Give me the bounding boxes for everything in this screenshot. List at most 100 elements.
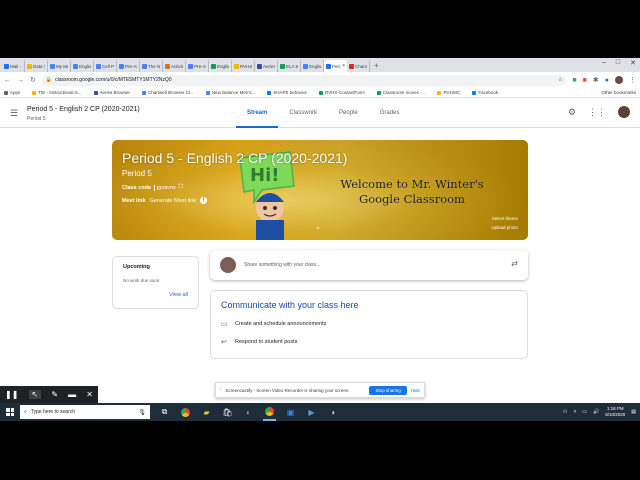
bookmark-item[interactable]: SHAPE behavior: [267, 90, 307, 95]
highlighter-icon[interactable]: ▬: [68, 390, 76, 399]
new-tab-button[interactable]: +: [374, 60, 379, 72]
video-icon[interactable]: ▶: [305, 403, 318, 421]
network-icon[interactable]: ▭: [582, 409, 587, 415]
taskbar-clock[interactable]: 1:18 PM 8/10/2020: [605, 406, 625, 418]
extension-icon[interactable]: ■: [572, 77, 576, 84]
people-icon[interactable]: ⚇: [563, 409, 567, 415]
tab-title: English: [309, 63, 321, 69]
hide-button[interactable]: Hide: [411, 388, 420, 393]
browser-tab[interactable]: Chann: [347, 60, 370, 72]
tab-classwork[interactable]: Classwork: [278, 98, 328, 128]
bookmark-favicon-icon: [437, 90, 442, 95]
extension-icon[interactable]: ●: [605, 77, 609, 84]
puzzle-icon[interactable]: ✱: [593, 76, 599, 84]
browser-tab[interactable]: RVHS: [232, 60, 255, 72]
browser-tab[interactable]: ELA 9 I: [278, 60, 301, 72]
communicate-heading: Communicate with your class here: [221, 300, 359, 310]
star-icon[interactable]: ☆: [558, 77, 562, 83]
store-icon[interactable]: 🛍: [221, 403, 234, 421]
browser-tab[interactable]: Cell Pr: [94, 60, 117, 72]
address-bar[interactable]: 🔒 classroom.google.com/u/0/c/MTE5MTY1MTY…: [41, 74, 567, 86]
notifications-icon[interactable]: ▤: [631, 409, 636, 415]
extension-icon[interactable]: ■: [583, 77, 587, 84]
chrome-active-icon[interactable]: [263, 403, 276, 421]
bookmark-item[interactable]: Apps: [4, 90, 20, 95]
screen-sharing-notice: ⁞ Screencastify - Screen Video Recorder …: [215, 382, 425, 398]
classroom-tabs: Stream Classwork People Grades: [236, 98, 410, 128]
browser-tab[interactable]: Peri ×: [324, 60, 347, 72]
profile-avatar[interactable]: [615, 76, 623, 84]
tab-title: Pre-AF: [125, 63, 137, 69]
bookmark-item[interactable]: Chartwell Browser Cl...: [142, 90, 194, 95]
start-button[interactable]: [0, 403, 20, 421]
tab-title: ELA 9 I: [286, 63, 298, 69]
bookmark-item[interactable]: TIE - Instructional S...: [32, 90, 82, 95]
microphone-icon[interactable]: 🎙: [138, 409, 146, 416]
browser-tab[interactable]: Pre-AF: [117, 60, 140, 72]
browser-tab[interactable]: My Me: [48, 60, 71, 72]
stop-sharing-button[interactable]: Stop sharing: [369, 385, 407, 395]
bookmark-item[interactable]: Classroom moves -...: [376, 90, 426, 95]
class-code: Class code jgxavnx ⛶: [122, 184, 183, 191]
bookmark-label: Classroom moves -...: [382, 90, 426, 95]
view-all-link[interactable]: View all: [169, 292, 188, 298]
drag-handle-icon[interactable]: ⁞: [220, 387, 221, 393]
browser-tab[interactable]: Data Ti: [25, 60, 48, 72]
upload-photo-link[interactable]: Upload photo: [491, 225, 518, 230]
chevron-down-icon[interactable]: ⌄: [315, 223, 321, 231]
close-icon[interactable]: ✕: [86, 390, 93, 399]
bookmark-item[interactable]: Facebook: [472, 90, 498, 95]
browser-tab[interactable]: English: [209, 60, 232, 72]
bookmark-item[interactable]: RVHSIC: [437, 90, 460, 95]
browser-tab[interactable]: Pre-AF: [186, 60, 209, 72]
pen-icon[interactable]: ✎: [51, 390, 58, 399]
taskbar-search[interactable]: ⌕ Type here to search 🎙: [20, 405, 150, 419]
reload-icon[interactable]: ↻: [30, 76, 36, 84]
bookmark-item[interactable]: RVHS-ContactForm: [318, 90, 365, 95]
tab-grades[interactable]: Grades: [369, 98, 411, 128]
repost-icon[interactable]: ⇄: [511, 259, 518, 268]
close-window-button[interactable]: ✕: [630, 59, 636, 67]
back-icon[interactable]: ←: [4, 77, 11, 84]
minimize-button[interactable]: –: [602, 59, 606, 67]
browser-tab[interactable]: Mail - V: [2, 60, 25, 72]
bookmark-favicon-icon: [205, 90, 210, 95]
maximize-button[interactable]: □: [616, 59, 620, 67]
chevron-up-icon[interactable]: ˄: [573, 409, 576, 415]
fullscreen-icon[interactable]: ⛶: [179, 184, 183, 191]
select-theme-link[interactable]: Select theme: [492, 216, 518, 221]
bookmark-item[interactable]: New Balance Men's...: [205, 90, 255, 95]
tab-stream[interactable]: Stream: [236, 98, 279, 128]
other-bookmarks[interactable]: Other bookmarks: [601, 90, 636, 95]
file-explorer-icon[interactable]: ▰: [200, 403, 213, 421]
apps-grid-icon[interactable]: ⋮⋮: [588, 107, 606, 118]
volume-icon[interactable]: 🔊: [593, 409, 599, 415]
generate-meet-link[interactable]: Generate Meet link: [150, 198, 196, 204]
course-title[interactable]: Period 5 - English 2 CP (2020-2021): [27, 106, 140, 113]
bookmark-item[interactable]: Aeries Browser: [93, 90, 130, 95]
browser-tab[interactable]: Activity: [163, 60, 186, 72]
app-icon[interactable]: ◐: [242, 403, 255, 421]
share-box[interactable]: Share something with your class... ⇄: [210, 250, 528, 280]
account-avatar[interactable]: [618, 106, 630, 118]
info-icon[interactable]: i: [200, 197, 208, 204]
task-view-icon[interactable]: ⧉: [158, 403, 171, 421]
cursor-icon[interactable]: ↖: [28, 390, 42, 399]
browser-tab[interactable]: English: [71, 60, 94, 72]
menu-icon[interactable]: ⋮: [629, 76, 636, 84]
class-code-value[interactable]: jgxavnx: [154, 184, 176, 191]
tab-people[interactable]: People: [328, 98, 369, 128]
pause-icon[interactable]: ❚❚: [5, 390, 18, 399]
forward-icon[interactable]: →: [17, 77, 24, 84]
browser-tab[interactable]: Aeries: [255, 60, 278, 72]
tab-close-icon[interactable]: ×: [342, 63, 345, 69]
search-icon: ⌕: [24, 409, 27, 415]
chrome-icon[interactable]: [179, 403, 192, 421]
browser-tab[interactable]: English: [301, 60, 324, 72]
app-icon[interactable]: ◑: [326, 403, 339, 421]
hamburger-menu-icon[interactable]: ☰: [10, 108, 18, 119]
browser-tab[interactable]: The N: [140, 60, 163, 72]
share-placeholder[interactable]: Share something with your class...: [244, 262, 320, 268]
zoom-icon[interactable]: ▣: [284, 403, 297, 421]
gear-icon[interactable]: ⚙: [568, 107, 576, 118]
